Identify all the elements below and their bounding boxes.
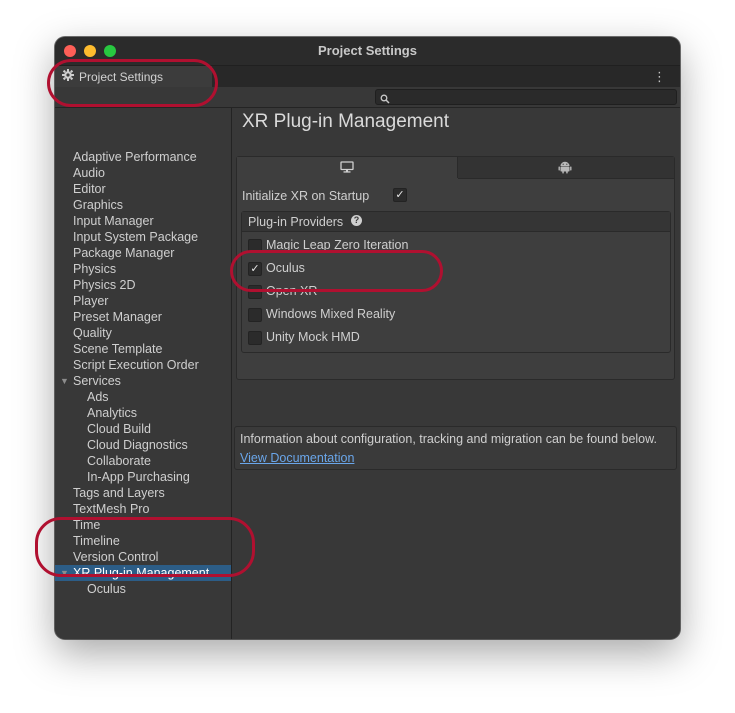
sidebar-item-label: In-App Purchasing — [87, 470, 190, 484]
sidebar-item-label: Cloud Build — [87, 422, 151, 436]
sidebar-item-input-system-package[interactable]: Input System Package — [55, 229, 231, 245]
sidebar-item-label: Analytics — [87, 406, 138, 420]
info-text: Information about configuration, trackin… — [240, 432, 657, 446]
sidebar-item-label: TextMesh Pro — [73, 502, 150, 516]
sidebar-item-time[interactable]: Time — [55, 517, 231, 533]
search-row — [55, 87, 680, 108]
sidebar-item-label: Player — [73, 294, 109, 308]
provider-label: Windows Mixed Reality — [266, 307, 396, 321]
sidebar-item-timeline[interactable]: Timeline — [55, 533, 231, 549]
provider-label: Unity Mock HMD — [266, 330, 360, 344]
plugin-providers-box: Plug-in Providers ? Magic Leap Zero Iter… — [241, 211, 671, 353]
sidebar-item-label: Physics — [73, 262, 117, 276]
provider-checkbox-oculus[interactable]: ✓ — [248, 262, 262, 276]
window-title: Project Settings — [318, 43, 417, 58]
sidebar-item-oculus[interactable]: Oculus — [55, 581, 231, 597]
sidebar-item-script-execution-order[interactable]: Script Execution Order — [55, 357, 231, 373]
sidebar-item-label: Editor — [73, 182, 106, 196]
sidebar-item-physics-2d[interactable]: Physics 2D — [55, 277, 231, 293]
page-title: XR Plug-in Management — [242, 111, 449, 132]
sidebar-item-label: Preset Manager — [73, 310, 162, 324]
sidebar-item-label: Audio — [73, 166, 105, 180]
help-icon[interactable]: ? — [351, 215, 362, 226]
search-icon — [380, 91, 390, 109]
search-input[interactable] — [375, 89, 677, 105]
provider-checkbox-unity-mock-hmd[interactable] — [248, 331, 262, 345]
desktop-icon — [340, 161, 354, 173]
provider-label: Oculus — [266, 261, 305, 275]
initialize-xr-checkbox[interactable]: ✓ — [393, 188, 407, 202]
sidebar-item-player[interactable]: Player — [55, 293, 231, 309]
sidebar-item-ads[interactable]: Ads — [55, 389, 231, 405]
sidebar-item-package-manager[interactable]: Package Manager — [55, 245, 231, 261]
sidebar-item-editor[interactable]: Editor — [55, 181, 231, 197]
sidebar-item-label: Version Control — [73, 550, 159, 564]
sidebar-item-label: Cloud Diagnostics — [87, 438, 188, 452]
title-bar: Project Settings — [55, 37, 680, 66]
view-documentation-link[interactable]: View Documentation — [240, 451, 354, 465]
provider-checkbox-windows-mixed-reality[interactable] — [248, 308, 262, 322]
sidebar-item-label: Package Manager — [73, 246, 175, 260]
project-settings-tab[interactable]: Project Settings — [55, 66, 212, 87]
sidebar-item-cloud-diagnostics[interactable]: Cloud Diagnostics — [55, 437, 231, 453]
sidebar-item-label: Script Execution Order — [73, 358, 199, 372]
plugin-providers-header: Plug-in Providers ? — [242, 212, 670, 232]
sidebar-item-label: Graphics — [73, 198, 124, 212]
expand-arrow-icon[interactable]: ▼ — [60, 373, 69, 389]
sidebar-item-physics[interactable]: Physics — [55, 261, 231, 277]
sidebar-item-label: Time — [73, 518, 101, 532]
sidebar-item-label: Tags and Layers — [73, 486, 165, 500]
settings-category-list: Adaptive Performance Audio Editor Graphics I… — [55, 108, 232, 639]
sidebar-item-input-manager[interactable]: Input Manager — [55, 213, 231, 229]
sidebar-item-xr-plug-in-management[interactable]: ▼ XR Plug-in Management — [55, 565, 231, 581]
sidebar-item-label: Adaptive Performance — [73, 150, 197, 164]
sidebar-item-quality[interactable]: Quality — [55, 325, 231, 341]
sidebar-item-textmesh-pro[interactable]: TextMesh Pro — [55, 501, 231, 517]
provider-label: Magic Leap Zero Iteration — [266, 238, 409, 252]
sidebar-item-adaptive-performance[interactable]: Adaptive Performance — [55, 149, 231, 165]
tab-android[interactable] — [458, 157, 674, 179]
provider-checkbox-magic-leap-zero-iteration[interactable] — [248, 239, 262, 253]
sidebar-item-in-app-purchasing[interactable]: In-App Purchasing — [55, 469, 231, 485]
platform-settings-panel: Initialize XR on Startup ✓ Plug-in Provi… — [236, 156, 675, 380]
project-settings-window: Project Settings Project Settings ⋮ Adap… — [55, 37, 680, 639]
info-box: Information about configuration, trackin… — [234, 426, 677, 470]
expand-arrow-icon[interactable]: ▼ — [60, 565, 69, 581]
sidebar-item-cloud-build[interactable]: Cloud Build — [55, 421, 231, 437]
sidebar-item-audio[interactable]: Audio — [55, 165, 231, 181]
sidebar-item-scene-template[interactable]: Scene Template — [55, 341, 231, 357]
sidebar-item-label: Collaborate — [87, 454, 151, 468]
sidebar-item-label: Oculus — [87, 582, 126, 596]
sidebar-item-label: Timeline — [73, 534, 120, 548]
tab-label: Project Settings — [79, 70, 164, 84]
initialize-xr-label: Initialize XR on Startup — [242, 189, 370, 203]
sidebar-item-services[interactable]: ▼ Services — [55, 373, 231, 389]
android-icon — [558, 161, 572, 174]
plugin-providers-title: Plug-in Providers — [248, 215, 344, 229]
more-options-icon[interactable]: ⋮ — [653, 69, 666, 85]
sidebar-item-version-control[interactable]: Version Control — [55, 549, 231, 565]
sidebar-item-label: Scene Template — [73, 342, 163, 356]
sidebar-item-label: Input System Package — [73, 230, 199, 244]
sidebar-item-label: Quality — [73, 326, 112, 340]
editor-tab-bar: Project Settings ⋮ — [55, 66, 680, 87]
provider-label: Open XR — [266, 284, 318, 298]
tab-desktop[interactable] — [237, 157, 458, 178]
provider-checkbox-open-xr[interactable] — [248, 285, 262, 299]
sidebar-item-tags-and-layers[interactable]: Tags and Layers — [55, 485, 231, 501]
sidebar-item-label: Physics 2D — [73, 278, 136, 292]
gear-icon — [62, 69, 74, 84]
sidebar-item-label: XR Plug-in Management — [73, 566, 210, 580]
sidebar-item-collaborate[interactable]: Collaborate — [55, 453, 231, 469]
sidebar-item-analytics[interactable]: Analytics — [55, 405, 231, 421]
sidebar-item-preset-manager[interactable]: Preset Manager — [55, 309, 231, 325]
sidebar-item-label: Ads — [87, 390, 109, 404]
sidebar-item-graphics[interactable]: Graphics — [55, 197, 231, 213]
xr-plugin-management-panel: XR Plug-in Management Initialize XR on S… — [232, 108, 680, 639]
sidebar-item-label: Input Manager — [73, 214, 154, 228]
sidebar-item-label: Services — [73, 374, 121, 388]
